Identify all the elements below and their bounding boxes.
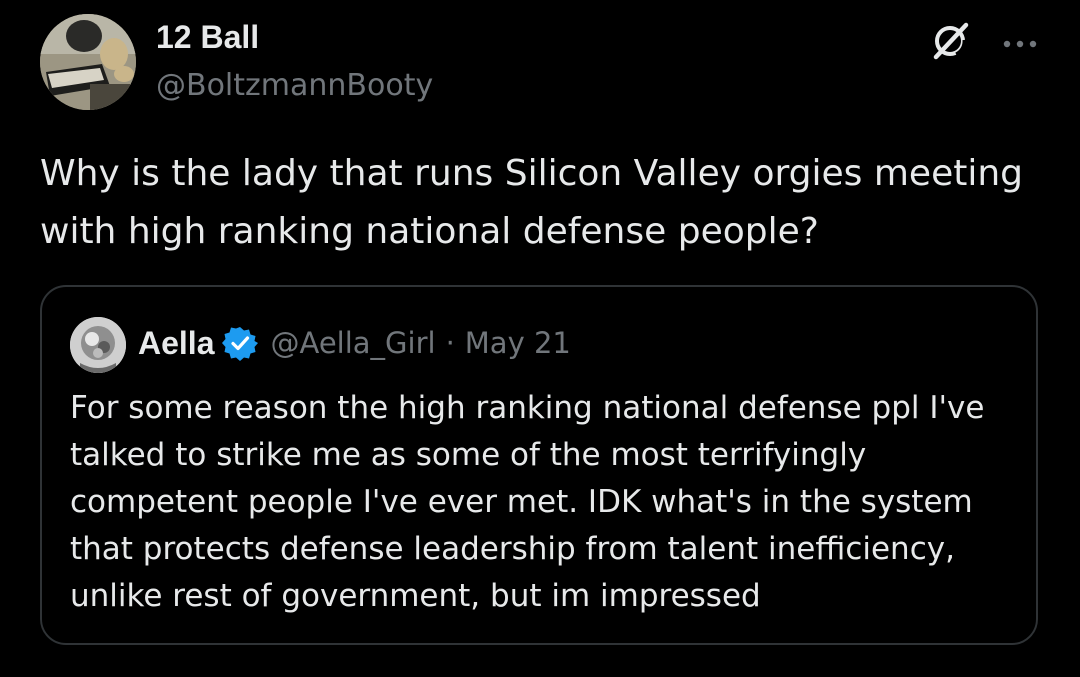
quote-header: Aella @Aella_Girl · May 21 [138, 321, 571, 365]
quote-author-name[interactable]: Aella [138, 325, 214, 362]
avatar-photo-icon [70, 317, 126, 373]
author-handle[interactable]: @BoltzmannBooty [156, 66, 433, 106]
quote-date[interactable]: May 21 [465, 326, 571, 360]
author-avatar[interactable] [40, 14, 136, 110]
quoted-tweet[interactable]: Aella @Aella_Girl · May 21 For some reas… [40, 285, 1038, 645]
quote-author-handle[interactable]: @Aella_Girl [270, 326, 435, 360]
grok-icon[interactable] [930, 20, 972, 62]
verified-badge-icon[interactable] [222, 325, 259, 361]
tweet-text: Why is the lady that runs Silicon Valley… [40, 153, 1024, 252]
avatar-photo-icon [40, 14, 136, 110]
author-name[interactable]: 12 Ball [156, 17, 259, 57]
tweet[interactable]: 12 Ball @BoltzmannBooty Why is the lady … [0, 0, 1080, 677]
quote-author-avatar[interactable] [70, 317, 126, 373]
more-options-icon[interactable] [1002, 34, 1038, 48]
quote-text: For some reason the high ranking nationa… [70, 390, 985, 614]
quote-separator: · [445, 326, 455, 360]
